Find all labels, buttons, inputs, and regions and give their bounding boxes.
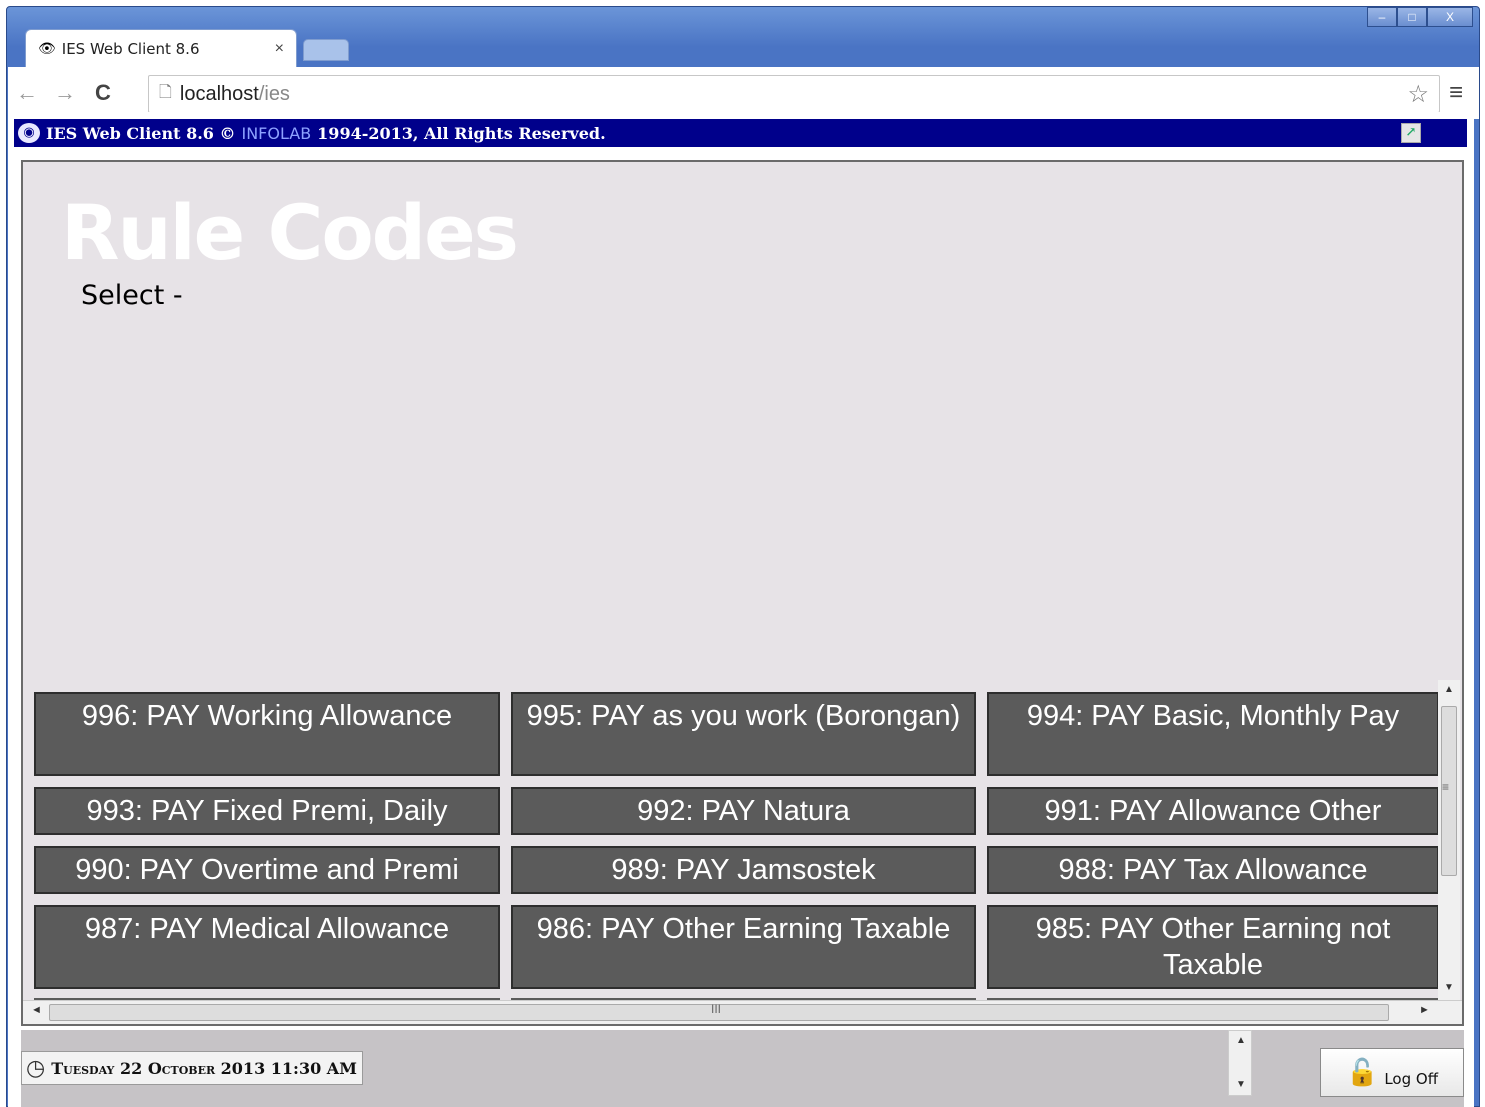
scroll-grip-icon: III — [711, 1002, 722, 1016]
horizontal-scrollbar[interactable]: ◄ III ► — [23, 1000, 1462, 1024]
rule-code-button[interactable]: 986: PAY Other Earning Taxable — [511, 905, 976, 989]
rule-code-button[interactable]: 988: PAY Tax Allowance — [987, 846, 1439, 894]
export-icon[interactable]: ↗ — [1401, 123, 1421, 143]
log-off-label: Log Off — [1384, 1069, 1439, 1088]
copyright-text: 1994-2013, All Rights Reserved. — [317, 123, 606, 143]
bookmark-star-icon[interactable]: ☆ — [1407, 80, 1429, 109]
rule-code-button[interactable]: 989: PAY Jamsostek — [511, 846, 976, 894]
rule-code-button[interactable]: 991: PAY Allowance Other — [987, 787, 1439, 835]
tab-title: IES Web Client 8.6 — [61, 39, 200, 58]
status-scroller[interactable]: ▲ ▼ — [1228, 1030, 1252, 1096]
rule-code-button[interactable]: 985: PAY Other Earning not Taxable — [987, 905, 1439, 989]
rule-code-button[interactable]: 993: PAY Fixed Premi, Daily — [34, 787, 500, 835]
log-off-button[interactable]: 🔓 Log Off — [1320, 1048, 1464, 1097]
back-button[interactable]: ← — [8, 80, 46, 106]
close-window-button[interactable]: X — [1427, 7, 1473, 27]
eye-icon: 👁 — [38, 40, 56, 56]
forward-button[interactable]: → — [46, 80, 84, 106]
scroll-right-arrow[interactable]: ► — [1419, 1004, 1430, 1016]
app-title: IES Web Client 8.6 © — [46, 123, 236, 143]
address-bar[interactable]: 🗋 localhost/ies ☆ — [148, 75, 1440, 113]
brand-link[interactable]: INFOLAB — [241, 124, 311, 143]
reload-button[interactable]: C — [84, 80, 122, 106]
browser-tab[interactable]: 👁 IES Web Client 8.6 × — [25, 29, 297, 67]
rule-code-button[interactable]: 996: PAY Working Allowance — [34, 692, 500, 776]
scroll-up-arrow[interactable]: ▲ — [1236, 1035, 1246, 1046]
url-path: /ies — [258, 82, 290, 105]
rule-code-button[interactable]: 995: PAY as you work (Borongan) — [511, 692, 976, 776]
rule-code-button[interactable]: 994: PAY Basic, Monthly Pay — [987, 692, 1439, 776]
scroll-grip-icon: ≡ — [1442, 780, 1450, 794]
scroll-down-arrow[interactable]: ▼ — [1236, 1079, 1246, 1090]
page-icon: 🗋 — [159, 83, 172, 101]
scroll-down-arrow[interactable]: ▼ — [1444, 982, 1454, 993]
scroll-up-arrow[interactable]: ▲ — [1444, 684, 1454, 695]
window-controls: – □ X — [1367, 7, 1473, 27]
new-tab-button[interactable] — [303, 39, 349, 61]
datetime-display: ◷ Tuesday 22 October 2013 11:30 AM — [21, 1051, 363, 1085]
main-panel: Rule Codes Select - 996: PAY Working All… — [21, 160, 1464, 1026]
select-label: Select - — [81, 280, 183, 311]
tab-close-icon[interactable]: × — [275, 40, 284, 58]
page-title: Rule Codes — [61, 188, 519, 277]
page-viewport: ◉ IES Web Client 8.6 © INFOLAB 1994-2013… — [8, 112, 1474, 1107]
rule-code-button[interactable]: 987: PAY Medical Allowance — [34, 905, 500, 989]
clock-icon: ◷ — [26, 1055, 46, 1080]
datetime-text: Tuesday 22 October 2013 11:30 AM — [51, 1058, 357, 1078]
rule-code-button[interactable]: 992: PAY Natura — [511, 787, 976, 835]
maximize-button[interactable]: □ — [1397, 7, 1427, 27]
browser-menu-icon[interactable]: ≡ — [1449, 79, 1463, 107]
url-host: localhost — [179, 82, 259, 105]
rule-code-button[interactable]: 990: PAY Overtime and Premi — [34, 846, 500, 894]
eye-icon: ◉ — [18, 123, 40, 143]
scroll-left-arrow[interactable]: ◄ — [31, 1004, 42, 1016]
vertical-scrollbar[interactable]: ▲ ≡ ▼ — [1438, 680, 1460, 1000]
minimize-button[interactable]: – — [1367, 7, 1397, 27]
lock-icon: 🔓 — [1345, 1057, 1379, 1087]
app-header: ◉ IES Web Client 8.6 © INFOLAB 1994-2013… — [14, 119, 1467, 147]
